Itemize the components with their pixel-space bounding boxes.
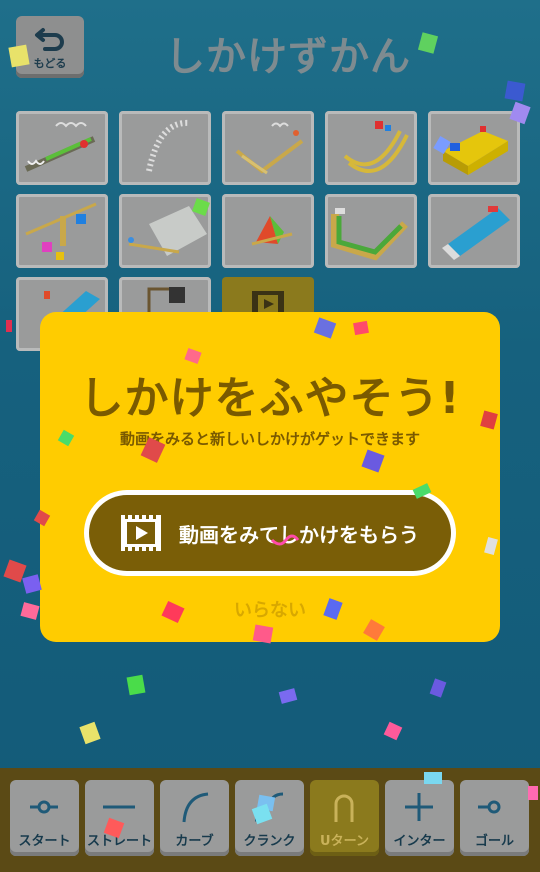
gadget-tile-green-u-track[interactable]: [325, 194, 417, 268]
straight-icon: [103, 805, 135, 809]
tool-inter[interactable]: インター: [385, 780, 454, 856]
gadget-tile-pulley-blocks[interactable]: [16, 194, 108, 268]
triangle-flag-icon: [251, 216, 293, 246]
spiral-spring-icon: [146, 119, 190, 172]
gadget-tile-triangle-flag[interactable]: [222, 194, 314, 268]
tool-u-turn-label: Uターン: [320, 834, 369, 849]
goal-icon: [478, 800, 501, 814]
gadget-tile-spiral-spring[interactable]: [119, 111, 211, 185]
tool-start[interactable]: スタート: [10, 780, 79, 856]
eraser-ramp-icon: [442, 206, 510, 260]
page-title: しかけずかん: [165, 34, 411, 80]
tool-goal-label: ゴール: [474, 834, 514, 849]
back-label: もどる: [33, 56, 67, 70]
tool-crank-label: クランク: [243, 834, 296, 849]
skip-button[interactable]: いらない: [40, 596, 500, 622]
back-button[interactable]: もどる: [16, 16, 84, 78]
gadget-tile-seesaw-board[interactable]: [119, 194, 211, 268]
tool-crank[interactable]: クランク: [235, 780, 304, 856]
gadget-tile-slope-coil[interactable]: [16, 111, 108, 185]
tool-curve[interactable]: カーブ: [160, 780, 229, 856]
tool-straight[interactable]: ストレート: [85, 780, 154, 856]
tool-goal[interactable]: ゴール: [460, 780, 529, 856]
tool-curve-label: カーブ: [175, 834, 214, 849]
unlock-dialog: しかけをふやそう! 動画をみると新しいしかけがゲットできます 動画をみてしかけを…: [40, 312, 500, 642]
green-u-track-icon: [331, 208, 408, 261]
watch-video-button[interactable]: 動画をみてしかけをもらう: [84, 490, 456, 576]
gadget-tile-lever-rails[interactable]: [222, 111, 314, 185]
start-icon: [30, 800, 58, 814]
inter-icon: [405, 793, 433, 821]
dialog-subtitle: 動画をみると新しいしかけがゲットできます: [119, 430, 420, 448]
slope-coil-icon: [24, 122, 96, 172]
gadget-tile-eraser-ramp[interactable]: [428, 194, 520, 268]
curved-rails-icon: [343, 121, 409, 173]
tool-inter-label: インター: [393, 834, 446, 849]
seesaw-board-icon: [128, 206, 207, 256]
lever-rails-icon: [235, 122, 304, 175]
gadget-tile-yellow-box[interactable]: [428, 111, 520, 185]
tool-straight-label: ストレート: [86, 834, 152, 849]
tool-start-label: スタート: [18, 834, 71, 849]
pulley-blocks-icon: [25, 202, 97, 260]
crank-icon: [254, 792, 284, 822]
u-turn-icon: [334, 794, 354, 822]
watch-video-label: 動画をみてしかけをもらう: [179, 522, 419, 547]
parts-toolbar: スタート ストレート カーブ クランク Uターン インター ゴール: [0, 768, 540, 872]
gadget-tile-curved-rails[interactable]: [325, 111, 417, 185]
tool-u-turn[interactable]: Uターン: [310, 780, 379, 856]
film-icon: [121, 515, 161, 551]
back-arrow-icon: [35, 27, 64, 51]
dialog-title: しかけをふやそう!: [79, 373, 461, 424]
curve-icon: [182, 792, 209, 823]
yellow-box-icon: [443, 126, 508, 175]
